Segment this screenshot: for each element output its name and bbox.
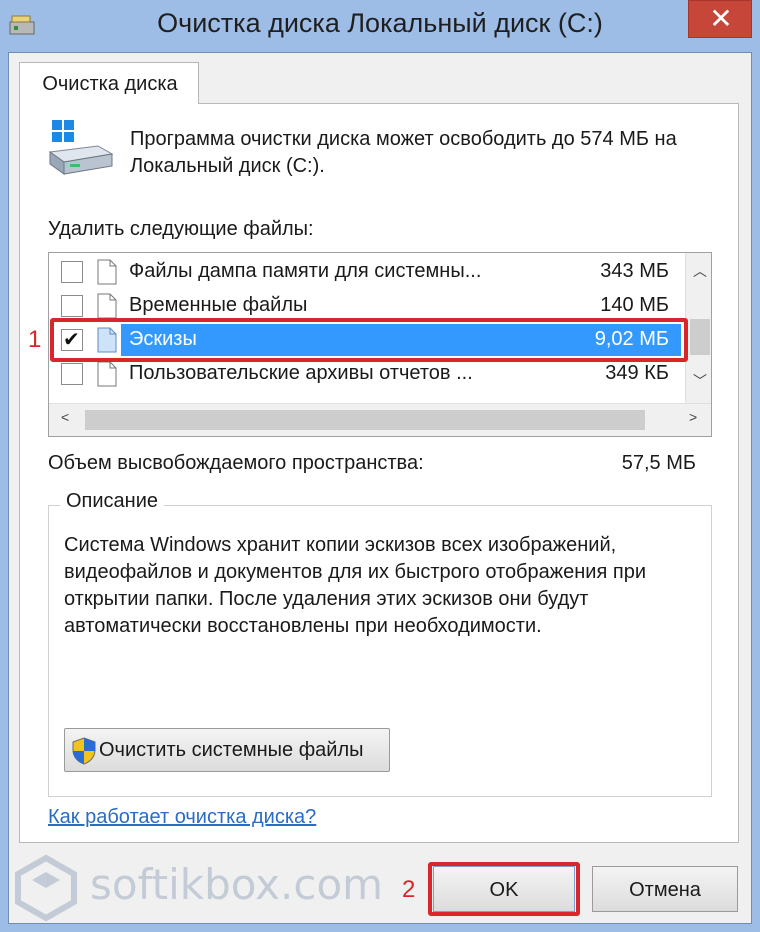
disk-cleanup-window: Очистка диска Локальный диск (C:) ✕ Очис… xyxy=(0,0,760,932)
file-name: Пользовательские архивы отчетов ... xyxy=(129,362,473,384)
help-link[interactable]: Как работает очистка диска? xyxy=(48,806,316,829)
annotation-marker-2: 2 xyxy=(402,876,416,903)
clean-system-files-button[interactable]: Очистить системные файлы xyxy=(64,728,390,772)
softikbox-logo xyxy=(15,854,77,922)
file-icon xyxy=(97,293,117,319)
annotation-marker-1: 1 xyxy=(28,326,42,353)
file-icon xyxy=(97,361,117,387)
intro-text: Программа очистки диска может освободить… xyxy=(130,128,677,177)
vertical-scroll-thumb[interactable] xyxy=(690,319,710,355)
freed-space-label: Объем высвобождаемого пространства: xyxy=(48,452,424,474)
uac-shield-icon xyxy=(72,737,96,765)
file-name: Временные файлы xyxy=(129,294,308,316)
file-size: 140 МБ xyxy=(600,294,669,316)
file-size: 349 КБ xyxy=(605,362,669,384)
title-bar[interactable]: Очистка диска Локальный диск (C:) ✕ xyxy=(0,0,760,52)
close-button[interactable]: ✕ xyxy=(688,0,752,38)
tab-label: Очистка диска xyxy=(42,73,178,95)
file-name: Эскизы xyxy=(129,328,197,350)
file-icon xyxy=(97,259,117,285)
file-size: 9,02 МБ xyxy=(594,328,669,350)
cancel-button-label: Отмена xyxy=(629,879,701,901)
file-checkbox[interactable] xyxy=(61,261,83,283)
horizontal-scroll-thumb[interactable] xyxy=(85,410,645,430)
description-title: Описание xyxy=(60,490,165,513)
drive-cleanup-icon xyxy=(48,120,114,175)
ok-button[interactable]: OK xyxy=(433,866,575,912)
file-name: Файлы дампа памяти для системны... xyxy=(129,260,482,282)
file-checkbox[interactable] xyxy=(61,295,83,317)
cancel-button[interactable]: Отмена xyxy=(592,866,738,912)
scroll-right-arrow-icon[interactable]: > xyxy=(689,409,697,425)
description-text: Система Windows хранит копии эскизов все… xyxy=(64,534,646,637)
vertical-scrollbar[interactable]: ︿ ﹀ xyxy=(685,253,711,403)
ok-button-label: OK xyxy=(489,879,519,901)
files-to-delete-label: Удалить следующие файлы: xyxy=(48,218,314,240)
list-item[interactable]: Файлы дампа памяти для системны... 343 М… xyxy=(49,255,685,289)
freed-space-value: 57,5 МБ xyxy=(621,452,696,474)
file-checkbox[interactable] xyxy=(61,363,83,385)
clean-system-files-label: Очистить системные файлы xyxy=(99,739,364,761)
horizontal-scrollbar[interactable]: < > xyxy=(49,403,711,436)
window-title: Очистка диска Локальный диск (C:) xyxy=(157,8,603,38)
list-item[interactable]: Пользовательские архивы отчетов ... 349 … xyxy=(49,357,685,391)
file-size: 343 МБ xyxy=(600,260,669,282)
scroll-down-arrow-icon[interactable]: ﹀ xyxy=(686,371,711,391)
tab-disk-cleanup[interactable]: Очистка диска xyxy=(19,62,199,104)
close-icon: ✕ xyxy=(709,3,733,34)
scroll-left-arrow-icon[interactable]: < xyxy=(61,409,69,425)
scroll-up-arrow-icon[interactable]: ︿ xyxy=(686,261,711,281)
